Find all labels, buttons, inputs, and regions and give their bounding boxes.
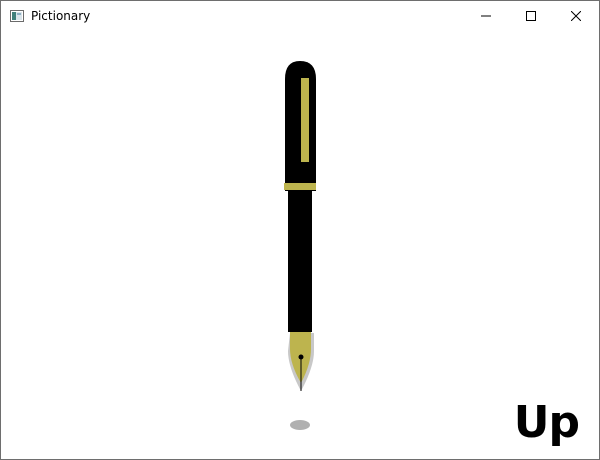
close-button[interactable] <box>553 1 599 31</box>
fountain-pen <box>284 61 316 430</box>
drawing-canvas[interactable]: Up <box>1 31 599 459</box>
pen-shadow <box>290 420 310 430</box>
pen-barrel <box>288 191 312 332</box>
pen-cap <box>285 61 316 191</box>
minimize-icon <box>481 15 491 17</box>
minimize-button[interactable] <box>463 1 509 31</box>
pen-state-label: Up <box>513 397 580 448</box>
maximize-icon <box>526 11 536 21</box>
pen-band <box>284 183 316 190</box>
title-bar[interactable]: Pictionary <box>1 1 599 31</box>
close-icon <box>571 11 581 21</box>
maximize-button[interactable] <box>508 1 554 31</box>
pen-clip <box>301 78 309 162</box>
app-icon <box>10 10 24 22</box>
window-title: Pictionary <box>31 9 91 23</box>
nib-breather-hole <box>298 354 304 360</box>
app-window: Pictionary Up <box>0 0 600 460</box>
